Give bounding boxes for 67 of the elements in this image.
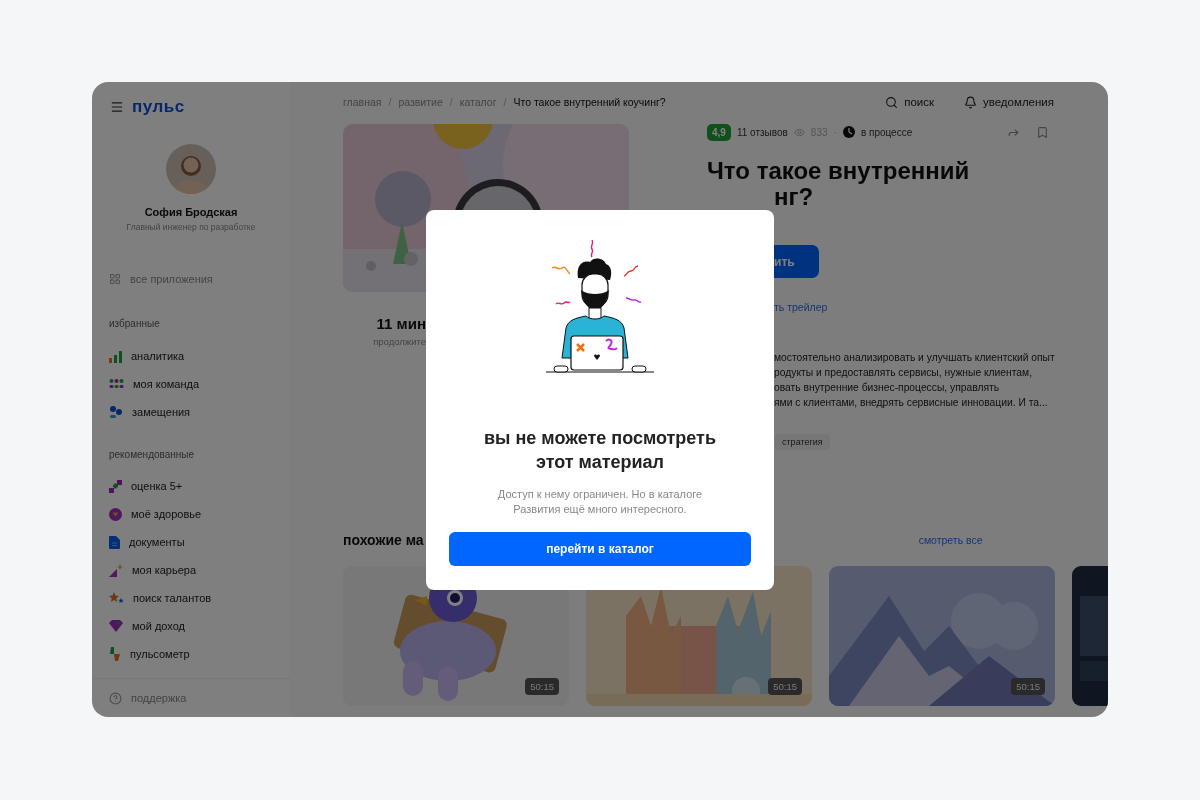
search-button[interactable]: поиск [885, 95, 934, 109]
avatar [166, 144, 216, 194]
breadcrumb[interactable]: Что такое внутренний коучинг? [513, 96, 666, 108]
all-apps-link[interactable]: все приложения [92, 269, 290, 289]
duration-caption: продолжите [372, 336, 426, 348]
sidebar-item[interactable]: моя карьера [92, 556, 290, 584]
search-icon [885, 95, 899, 109]
heart-circle-icon [109, 507, 122, 521]
bar-chart-icon [109, 349, 122, 363]
sidebar-item[interactable]: оценка 5+ [92, 472, 290, 500]
material-title: Что такое внутренний [707, 158, 971, 184]
logo[interactable]: пульс [132, 99, 185, 115]
team-icon [109, 378, 124, 390]
catalog-button[interactable]: перейти в каталог [449, 532, 751, 566]
duration: 11 мин [375, 315, 426, 333]
description-line: мостоятельно анализировать и улучшать клиентский опыт [774, 351, 1055, 365]
material-title: нг? [774, 184, 815, 210]
primary-button[interactable]: ить [774, 245, 819, 278]
duration-badge: 50:15 [768, 678, 802, 695]
breadcrumb[interactable]: каталог [459, 96, 497, 108]
duration-badge: 50:15 [525, 678, 559, 695]
sidebar-item[interactable]: замещения [92, 398, 290, 426]
see-all-link[interactable]: смотреть все [918, 534, 983, 546]
sidebar-item[interactable]: поиск талантов [92, 584, 290, 612]
section-title: избранные [108, 317, 161, 331]
people-icon [109, 405, 123, 419]
sidebar-item[interactable]: мой доход [92, 612, 290, 640]
stars-icon [109, 591, 124, 605]
tag[interactable]: стратегия [775, 434, 830, 450]
section-title: рекомендованные [108, 448, 196, 462]
breadcrumb-separator: / [388, 96, 392, 108]
sidebar-item[interactable]: пульсометр [92, 640, 290, 668]
status: в процессе [860, 126, 913, 138]
trailer-link[interactable]: ть трейлер [774, 300, 1054, 314]
sidebar-item[interactable]: документы [92, 528, 290, 556]
description-line: овать внутренние бизнес-процессы, управлять [774, 381, 1000, 395]
gem-icon [109, 620, 123, 632]
sidebar-item[interactable]: моё здоровье [92, 500, 290, 528]
sidebar-item[interactable]: аналитика [92, 342, 290, 370]
breadcrumb-separator: / [503, 96, 507, 108]
help-icon [109, 691, 122, 705]
duration-badge: 50:15 [1011, 678, 1045, 695]
profile-name: София Бродская [143, 205, 239, 219]
grid-icon [109, 273, 121, 285]
reviews-count: 11 отзывов [736, 126, 788, 138]
progress-icon [842, 126, 855, 138]
notifications-button[interactable]: уведомления [964, 95, 1054, 109]
modal-title: вы не можете посмотреть этот материал [483, 427, 717, 474]
wand-icon [109, 563, 123, 577]
bookmark-icon[interactable] [1036, 125, 1049, 139]
breadcrumb[interactable]: главная [343, 96, 382, 108]
bell-icon [964, 95, 977, 109]
description-line: родукты и предоставлять сервисы, нужные клиентам, [774, 366, 1033, 380]
section-heading: похожие ма [343, 532, 424, 548]
support-link[interactable]: поддержка [92, 678, 290, 717]
menu-icon[interactable] [110, 100, 124, 114]
carrot-icon [109, 647, 121, 661]
separator-dot: · [833, 126, 837, 138]
breadcrumb-separator: / [449, 96, 453, 108]
breadcrumb[interactable]: развитие [398, 96, 443, 108]
sidebar-item[interactable]: моя команда [92, 370, 290, 398]
arrows-icon [109, 479, 122, 493]
eye-icon [793, 126, 805, 138]
modal-text: Доступ к нему ограничен. Но в каталоге Развития ещё много интересного. [496, 487, 704, 517]
document-icon [109, 535, 120, 549]
rating: 4,9 [707, 123, 731, 141]
description-line: ями с клиентами, внедрять сервисные инновации. И та... [774, 396, 1048, 410]
